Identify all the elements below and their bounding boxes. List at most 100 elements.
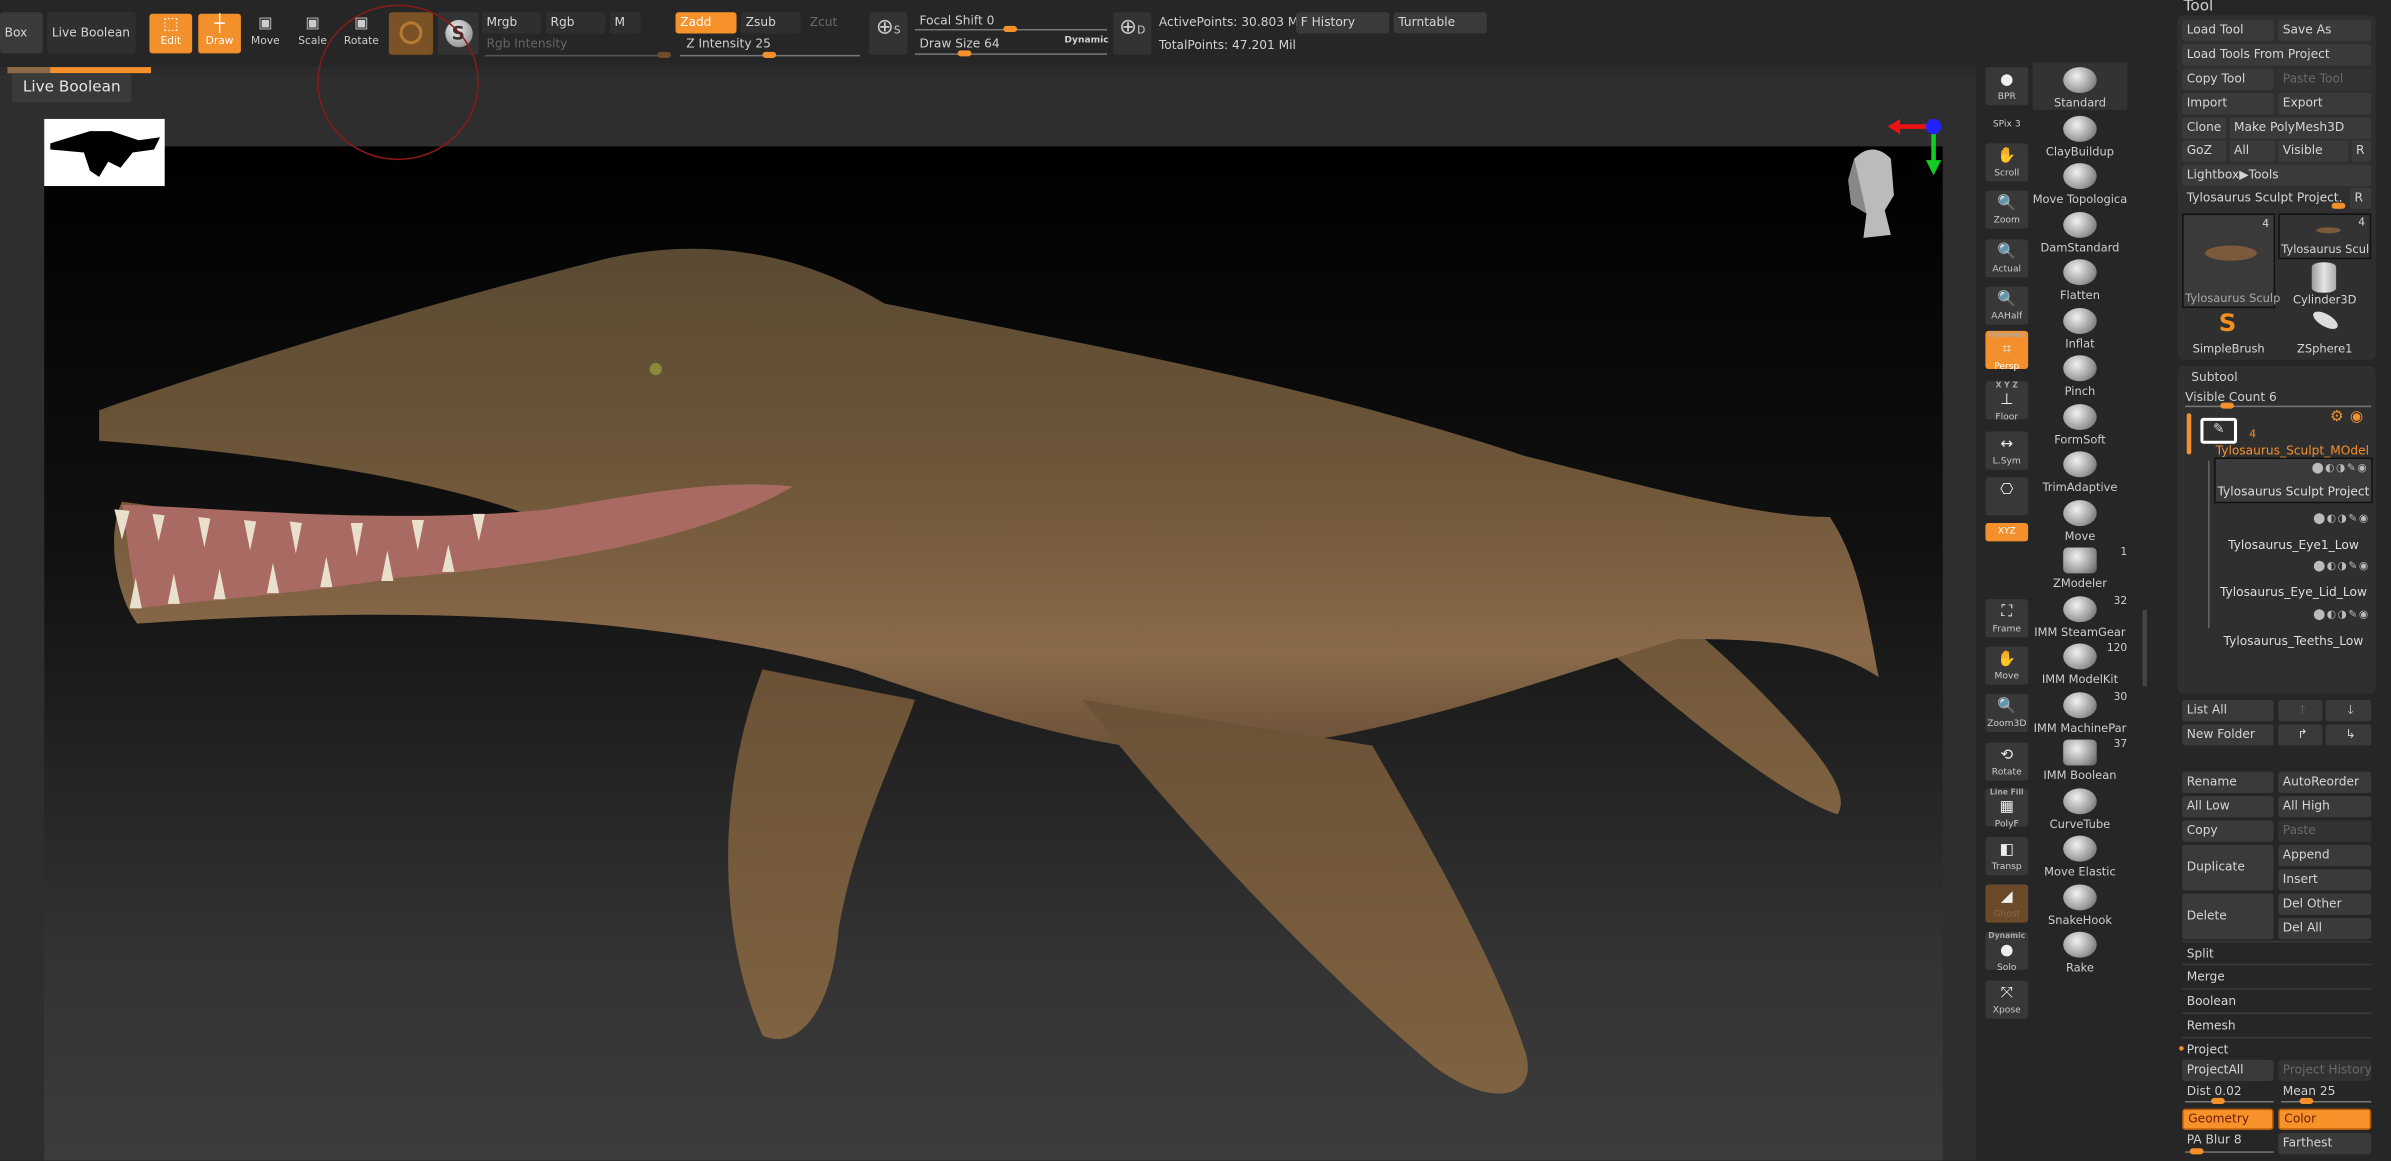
tylosaurus-model[interactable] [0, 75, 1976, 1161]
shelf-rotate-button[interactable]: ⟲ Rotate [1985, 742, 2029, 781]
brush-imm-steamgear[interactable]: 32 IMM SteamGear [2033, 591, 2127, 638]
subtool-toggles-icon[interactable]: ⬤◐◑✎◉ [2313, 560, 2369, 572]
copy-tool-button[interactable]: Copy Tool [2182, 68, 2274, 90]
shelf-transp-button[interactable]: ◧ Transp [1985, 837, 2029, 876]
brush-imm-boolean[interactable]: 37 IMM Boolean [2033, 735, 2127, 782]
brush-imm-machinepar[interactable]: 30 IMM MachinePar [2033, 687, 2128, 734]
remesh-section[interactable]: Remesh [2182, 1012, 2372, 1036]
brush-damstandard[interactable]: DamStandard [2033, 207, 2128, 254]
move-up-button[interactable]: 🡑 [2278, 699, 2323, 722]
insert-button[interactable]: Insert [2278, 869, 2372, 891]
pa-blur-track[interactable] [2185, 1148, 2274, 1155]
dist-slider[interactable]: Dist 0.02 [2187, 1084, 2242, 1098]
brush-formsoft[interactable]: FormSoft [2033, 399, 2128, 446]
slider-knob[interactable] [2299, 1097, 2314, 1105]
tool-thumb-zsphere1[interactable]: ZSphere1 [2278, 308, 2371, 357]
visible-count-track[interactable] [2185, 402, 2372, 409]
shelf-solo-button[interactable]: Dynamic ● Solo [1985, 931, 2029, 973]
rgb-intensity-slider[interactable] [484, 51, 671, 58]
duplicate-button[interactable]: Duplicate [2182, 844, 2274, 891]
del-all-button[interactable]: Del All [2278, 917, 2372, 940]
tool-thumb-cylinder3d[interactable]: Cylinder3D [2278, 262, 2371, 308]
dist-track[interactable] [2185, 1097, 2274, 1105]
subtool-item[interactable]: ⬤◐◑✎◉ Tylosaurus_Teeths_Low [2214, 605, 2373, 651]
goz-visible-button[interactable]: Visible [2278, 140, 2349, 162]
shelf-aahalf-button[interactable]: 🔍 AAHalf [1985, 286, 2029, 325]
draw-button[interactable]: ┼ Draw [198, 13, 241, 54]
export-button[interactable]: Export [2278, 93, 2372, 115]
autoreorder-button[interactable]: AutoReorder [2278, 771, 2372, 793]
tool-thumb-simplebrush[interactable]: S SimpleBrush [2182, 308, 2275, 357]
list-all-button[interactable]: List All [2182, 699, 2274, 722]
brush-standard[interactable]: Standard [2032, 62, 2128, 110]
brush-flatten[interactable]: Flatten [2033, 255, 2128, 302]
new-folder-button[interactable]: New Folder [2182, 724, 2274, 746]
tool-thumb-main[interactable]: 4 Tylosaurus Sculp [2182, 213, 2280, 309]
shelf-camera-lock-button[interactable]: ⎔ [1985, 477, 2029, 516]
split-section[interactable]: Split [2182, 940, 2372, 964]
brush-imm-modelkit[interactable]: 120 IMM ModelKit [2033, 639, 2127, 686]
subtool-toggles-icon[interactable]: ⬤◐◑✎◉ [2313, 512, 2369, 524]
load-tools-from-project-button[interactable]: Load Tools From Project [2182, 44, 2372, 66]
subtool-item[interactable]: ⬤◐◑✎◉ Tylosaurus_Eye_Lid_Low [2214, 557, 2373, 603]
shelf-zoom-button[interactable]: 🔍 Zoom [1985, 190, 2029, 229]
append-button[interactable]: Append [2278, 844, 2372, 867]
lightbox-tools-button[interactable]: Lightbox▶Tools [2182, 164, 2372, 187]
subtool-title[interactable]: Subtool [2191, 371, 2237, 385]
current-tool-r-button[interactable]: R [2349, 187, 2372, 209]
shelf-bpr-button[interactable]: ● BPR [1985, 67, 2029, 106]
brush-trimadaptive[interactable]: TrimAdaptive [2033, 447, 2128, 494]
move-into-folder-icon[interactable]: ↱ [2278, 724, 2323, 746]
color-toggle[interactable]: Color [2278, 1108, 2372, 1130]
brush-move[interactable]: Move [2033, 495, 2128, 542]
slider-knob[interactable] [957, 50, 972, 57]
turntable-button[interactable]: Turntable [1393, 12, 1487, 34]
slider-knob[interactable] [2220, 402, 2234, 409]
brush-move-elastic[interactable]: Move Elastic [2033, 831, 2128, 878]
tool-thumb-2[interactable]: 4 Tylosaurus Sculp [2278, 213, 2372, 260]
live-boolean-button[interactable]: Live Boolean [47, 12, 136, 54]
make-polymesh3d-button[interactable]: Make PolyMesh3D [2229, 117, 2372, 139]
subtool-item[interactable]: ⬤◐◑✎◉ Tylosaurus_Eye1_Low [2214, 509, 2373, 555]
del-other-button[interactable]: Del Other [2278, 893, 2372, 915]
mean-track[interactable] [2281, 1097, 2372, 1105]
brush-rake[interactable]: Rake [2033, 927, 2128, 974]
move-out-folder-icon[interactable]: ↳ [2325, 724, 2372, 746]
paste-tool-button[interactable]: Paste Tool [2278, 68, 2372, 90]
load-tool-button[interactable]: Load Tool [2182, 19, 2274, 42]
goz-button[interactable]: GoZ [2182, 140, 2227, 162]
f-history-button[interactable]: F History [1296, 12, 1390, 34]
shelf-xyz-button[interactable]: XYZ [1985, 523, 2029, 542]
folder-name[interactable]: Tylosaurus_Sculpt_MOdel [2216, 444, 2369, 458]
import-button[interactable]: Import [2182, 93, 2274, 115]
slider-knob[interactable] [762, 51, 777, 58]
folder-icon[interactable]: ✎ [2200, 417, 2238, 444]
project-section[interactable]: Project [2182, 1036, 2372, 1060]
canvas-area[interactable]: Live Boolean [0, 4, 1977, 1161]
goz-r-button[interactable]: R [2351, 140, 2372, 162]
delete-button[interactable]: Delete [2182, 893, 2274, 940]
gear-icon[interactable]: ⚙ [2330, 409, 2344, 426]
subtool-item[interactable]: ⬤◐◑✎◉ Tylosaurus Sculpt Project [2214, 457, 2373, 504]
move-down-button[interactable]: 🡓 [2325, 699, 2372, 722]
goz-all-button[interactable]: All [2229, 140, 2276, 162]
slider-knob[interactable] [2211, 1097, 2225, 1105]
shelf-polyf-button[interactable]: Line Fill ▦ PolyF [1985, 788, 2029, 830]
zcut-button[interactable]: Zcut [805, 12, 854, 33]
shelf-frame-button[interactable]: ⛶ Frame [1985, 599, 2029, 638]
rgb-button[interactable]: Rgb [545, 12, 606, 34]
slider-knob[interactable] [2331, 202, 2346, 209]
shelf-move-button[interactable]: ✋ Move [1985, 646, 2029, 685]
brush-claybuildup[interactable]: ClayBuildup [2033, 111, 2128, 158]
brush-inflat[interactable]: Inflat [2033, 303, 2128, 350]
subtool-toggles-icon[interactable]: ⬤◐◑✎◉ [2313, 608, 2369, 620]
shelf-floor-button[interactable]: X Y Z ⊥ Floor [1985, 381, 2029, 422]
draw-size-slider[interactable] [914, 50, 1108, 57]
slider-knob[interactable] [2189, 1148, 2204, 1155]
brush-move-topologica[interactable]: Move Topologica [2033, 159, 2128, 206]
shelf-l-sym-button[interactable]: ↔ L.Sym [1985, 431, 2029, 470]
shelf-ghost-button[interactable]: ◢ Ghost [1985, 884, 2029, 923]
edit-button[interactable]: ⬚ Edit [149, 13, 193, 54]
shelf-xpose-button[interactable]: ⤧ Xpose [1985, 980, 2029, 1019]
rename-button[interactable]: Rename [2182, 771, 2274, 793]
